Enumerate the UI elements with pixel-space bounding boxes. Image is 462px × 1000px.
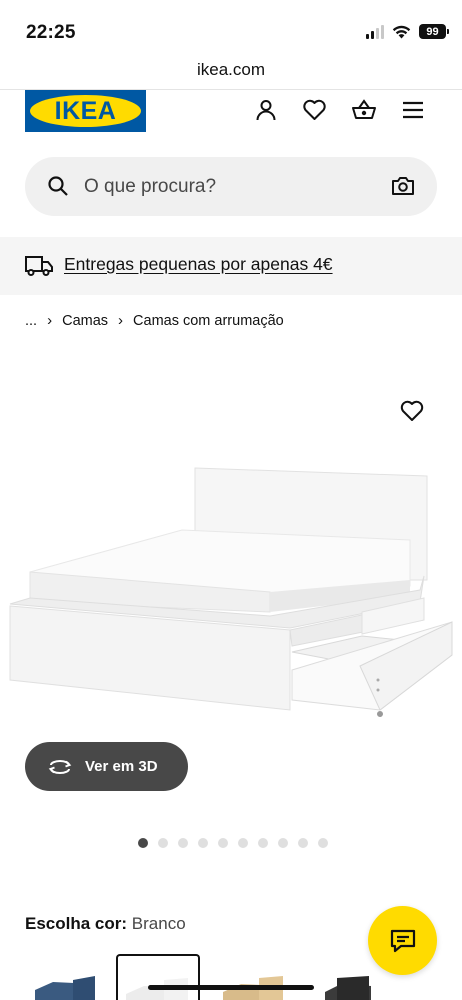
chat-icon — [390, 929, 415, 952]
swatch-white[interactable] — [116, 954, 200, 1000]
chat-button[interactable] — [368, 906, 437, 975]
status-bar: 22:25 99 — [0, 0, 462, 56]
color-label-prefix: Escolha cor: — [25, 914, 128, 933]
color-selection-label: Escolha cor: Branco — [25, 914, 186, 934]
product-image[interactable] — [0, 380, 462, 740]
chevron-right-icon: › — [47, 312, 53, 329]
menu-icon[interactable] — [399, 96, 426, 123]
home-indicator[interactable] — [148, 985, 314, 990]
url-bar[interactable]: ikea.com — [0, 56, 462, 90]
color-swatches — [25, 954, 395, 1000]
swatch-blue[interactable] — [25, 954, 109, 1000]
account-icon[interactable] — [252, 96, 279, 123]
logo-text: IKEA — [54, 96, 117, 125]
gallery-dot[interactable] — [238, 838, 248, 848]
logo-oval: IKEA — [30, 95, 141, 127]
view-3d-button[interactable]: Ver em 3D — [25, 742, 188, 791]
gallery-dot[interactable] — [178, 838, 188, 848]
view-3d-label: Ver em 3D — [85, 758, 158, 775]
delivery-banner-link[interactable]: Entregas pequenas por apenas 4€ — [64, 254, 333, 275]
chevron-right-icon: › — [118, 312, 124, 329]
gallery-dot[interactable] — [158, 838, 168, 848]
heart-icon[interactable] — [301, 96, 328, 123]
status-icons: 99 — [366, 24, 449, 39]
search-input[interactable]: O que procura? — [84, 176, 216, 198]
breadcrumb-ellipsis[interactable]: ... — [25, 313, 37, 329]
camera-icon[interactable] — [391, 175, 415, 197]
color-selected-value: Branco — [131, 914, 186, 933]
delivery-banner[interactable]: Entregas pequenas por apenas 4€ — [0, 237, 462, 295]
gallery-dot[interactable] — [218, 838, 228, 848]
search-icon — [48, 176, 68, 196]
breadcrumb-item-camas[interactable]: Camas — [62, 313, 108, 329]
truck-icon — [25, 256, 53, 276]
rotate-3d-icon — [48, 759, 72, 774]
add-to-favorites-heart-icon[interactable] — [399, 398, 425, 424]
breadcrumb: ... › Camas › Camas com arrumação — [25, 312, 284, 329]
gallery-pagination — [138, 838, 328, 848]
gallery-dot[interactable] — [298, 838, 308, 848]
breadcrumb-item-camas-arrumacao[interactable]: Camas com arrumação — [133, 313, 284, 329]
cellular-signal-icon — [366, 24, 384, 39]
gallery-dot[interactable] — [258, 838, 268, 848]
site-header: IKEA — [0, 90, 462, 140]
swatch-oak[interactable] — [213, 954, 297, 1000]
status-time: 22:25 — [26, 22, 76, 43]
gallery-dot[interactable] — [138, 838, 148, 848]
gallery-dot[interactable] — [198, 838, 208, 848]
header-icons — [252, 96, 426, 123]
gallery-dot[interactable] — [318, 838, 328, 848]
battery-icon: 99 — [419, 24, 449, 39]
gallery-dot[interactable] — [278, 838, 288, 848]
wifi-icon — [392, 25, 411, 38]
search-bar[interactable]: O que procura? — [25, 157, 437, 216]
ikea-logo[interactable]: IKEA — [25, 90, 146, 132]
basket-icon[interactable] — [350, 96, 377, 123]
